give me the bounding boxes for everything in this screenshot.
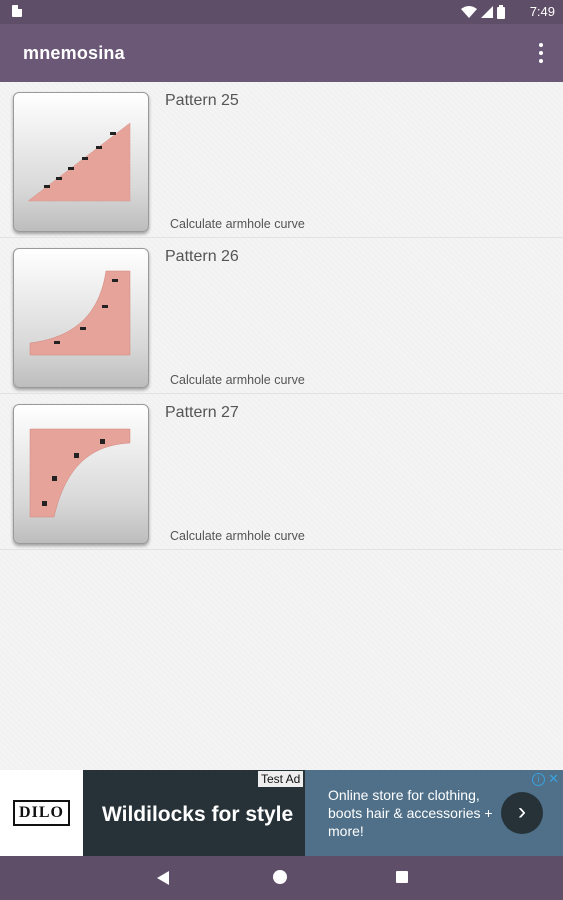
more-vert-icon[interactable] (537, 43, 545, 63)
pattern-name: Pattern 27 (165, 404, 239, 421)
home-icon[interactable] (273, 870, 289, 886)
list-item[interactable]: Pattern 27 Calculate armhole curve (0, 394, 563, 550)
convex-armhole-icon (29, 428, 131, 518)
app-title: mnemosina (23, 43, 125, 63)
diagonal-armhole-icon (26, 121, 131, 202)
app-bar: mnemosina (0, 24, 563, 82)
ad-logo: DILO (0, 770, 83, 856)
list-item[interactable]: Pattern 25 Calculate armhole curve (0, 82, 563, 238)
list-item[interactable]: Pattern 26 Calculate armhole curve (0, 238, 563, 394)
ad-banner[interactable]: DILO Wildilocks for style Test Ad Online… (0, 770, 563, 856)
back-icon[interactable] (155, 870, 171, 886)
chevron-right-icon[interactable]: › (501, 792, 543, 834)
pattern-thumbnail (13, 92, 149, 232)
ad-body: Online store for clothing, boots hair & … (328, 787, 493, 839)
recents-icon[interactable] (395, 870, 411, 886)
pattern-list: Pattern 25 Calculate armhole curve Patte… (0, 82, 563, 770)
sd-card-icon (12, 5, 22, 17)
ad-logo-text: DILO (13, 800, 70, 826)
close-icon[interactable]: ✕ (548, 771, 559, 787)
concave-armhole-icon (29, 270, 131, 356)
status-bar: 7:49 (0, 0, 563, 24)
wifi-icon (461, 6, 477, 18)
info-icon[interactable]: i (532, 773, 545, 786)
pattern-description: Calculate armhole curve (170, 373, 305, 387)
pattern-description: Calculate armhole curve (170, 529, 305, 543)
pattern-thumbnail (13, 248, 149, 388)
test-ad-badge: Test Ad (258, 771, 304, 787)
status-icons (461, 5, 505, 19)
ad-body-panel[interactable]: Online store for clothing, boots hair & … (305, 770, 563, 856)
ad-headline: Wildilocks for style (102, 803, 294, 826)
signal-icon (481, 6, 493, 18)
pattern-name: Pattern 26 (165, 248, 239, 265)
pattern-thumbnail (13, 404, 149, 544)
pattern-description: Calculate armhole curve (170, 217, 305, 231)
battery-icon (497, 5, 505, 19)
navigation-bar (0, 856, 563, 900)
clock: 7:49 (529, 4, 555, 19)
pattern-name: Pattern 25 (165, 92, 239, 109)
